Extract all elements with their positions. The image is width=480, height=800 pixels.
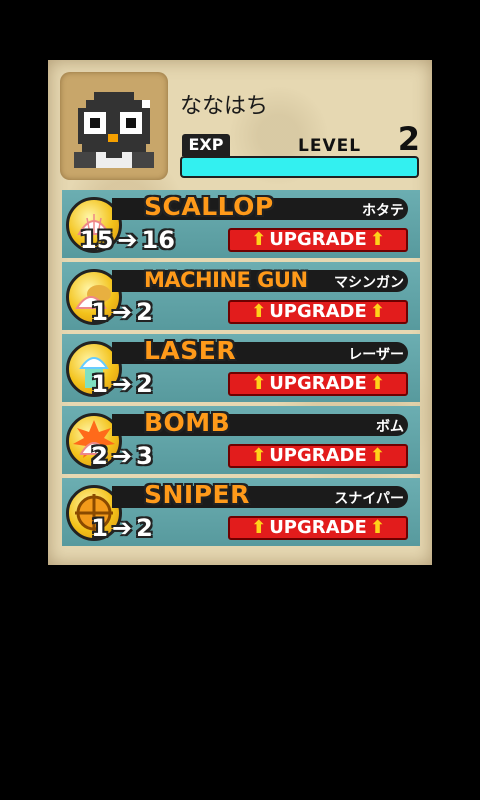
weapon-name: MACHINE GUN	[144, 268, 308, 292]
level-label: LEVEL	[298, 136, 362, 156]
upgrade-button-machine-gun[interactable]: ⬆ UPGRADE ⬆	[228, 300, 408, 324]
up-arrow-icon: ⬆	[369, 445, 385, 466]
upgrade-button-laser[interactable]: ⬆ UPGRADE ⬆	[228, 372, 408, 396]
upgrade-label: UPGRADE	[269, 229, 367, 250]
level-change: 2 ➔ 3	[80, 442, 153, 470]
upgrade-button-sniper[interactable]: ⬆ UPGRADE ⬆	[228, 516, 408, 540]
weapon-jp-name: レーザー	[348, 347, 404, 363]
player-name: ななはち	[180, 94, 269, 119]
up-arrow-icon: ⬆	[251, 445, 267, 466]
exp-bar	[180, 156, 419, 178]
upgrade-label: UPGRADE	[269, 301, 367, 322]
weapon-row-sniper: SNIPER スナイパー 1 ➔ 2 ⬆ UPGRADE ⬆	[62, 478, 420, 546]
player-avatar	[60, 72, 168, 180]
exp-bar-fill	[182, 158, 417, 176]
level-to: 16	[141, 226, 175, 254]
weapon-jp-name: ホタテ	[362, 203, 404, 219]
level-value: 2	[397, 120, 420, 158]
level-change: 15 ➔ 16	[80, 226, 175, 254]
arrow-right-icon: ➔	[117, 226, 138, 254]
level-to: 2	[136, 298, 153, 326]
level-to: 2	[136, 514, 153, 542]
weapon-row-machine-gun: MACHINE GUN マシンガン 1 ➔ 2 ⬆ UPGRADE ⬆	[62, 262, 420, 330]
arrow-right-icon: ➔	[112, 298, 133, 326]
upgrade-label: UPGRADE	[269, 373, 367, 394]
level-from: 1	[91, 298, 108, 326]
upgrade-button-scallop[interactable]: ⬆ UPGRADE ⬆	[228, 228, 408, 252]
weapon-name: LASER	[144, 336, 237, 365]
up-arrow-icon: ⬆	[369, 517, 385, 538]
level-from: 1	[91, 514, 108, 542]
exp-label: EXP	[182, 134, 230, 156]
weapon-name: BOMB	[144, 408, 231, 437]
level-change: 1 ➔ 2	[80, 370, 153, 398]
up-arrow-icon: ⬆	[251, 301, 267, 322]
weapon-row-laser: LASER レーザー 1 ➔ 2 ⬆ UPGRADE ⬆	[62, 334, 420, 402]
arrow-right-icon: ➔	[112, 514, 133, 542]
level-from: 15	[80, 226, 114, 254]
arrow-right-icon: ➔	[112, 442, 133, 470]
level-from: 2	[91, 442, 108, 470]
level-to: 3	[136, 442, 153, 470]
up-arrow-icon: ⬆	[369, 229, 385, 250]
level-change: 1 ➔ 2	[80, 298, 153, 326]
weapon-row-bomb: BOMB ボム 2 ➔ 3 ⬆ UPGRADE ⬆	[62, 406, 420, 474]
status-panel: ななはち EXP LEVEL 2 SCALLOP ホタテ 15 ➔ 16 ⬆ UPGR…	[48, 60, 432, 565]
level-change: 1 ➔ 2	[80, 514, 153, 542]
weapon-list: SCALLOP ホタテ 15 ➔ 16 ⬆ UPGRADE ⬆ MACHINE GUN …	[62, 190, 420, 550]
penguin-avatar-icon	[74, 92, 154, 168]
level-from: 1	[91, 370, 108, 398]
up-arrow-icon: ⬆	[251, 373, 267, 394]
level-to: 2	[136, 370, 153, 398]
up-arrow-icon: ⬆	[251, 517, 267, 538]
weapon-name: SNIPER	[144, 480, 250, 509]
upgrade-label: UPGRADE	[269, 517, 367, 538]
weapon-jp-name: スナイパー	[334, 491, 404, 507]
weapon-jp-name: ボム	[376, 419, 404, 435]
weapon-row-scallop: SCALLOP ホタテ 15 ➔ 16 ⬆ UPGRADE ⬆	[62, 190, 420, 258]
upgrade-button-bomb[interactable]: ⬆ UPGRADE ⬆	[228, 444, 408, 468]
arrow-right-icon: ➔	[112, 370, 133, 398]
weapon-name: SCALLOP	[144, 192, 274, 221]
up-arrow-icon: ⬆	[369, 301, 385, 322]
upgrade-label: UPGRADE	[269, 445, 367, 466]
weapon-jp-name: マシンガン	[334, 275, 404, 291]
up-arrow-icon: ⬆	[369, 373, 385, 394]
up-arrow-icon: ⬆	[251, 229, 267, 250]
